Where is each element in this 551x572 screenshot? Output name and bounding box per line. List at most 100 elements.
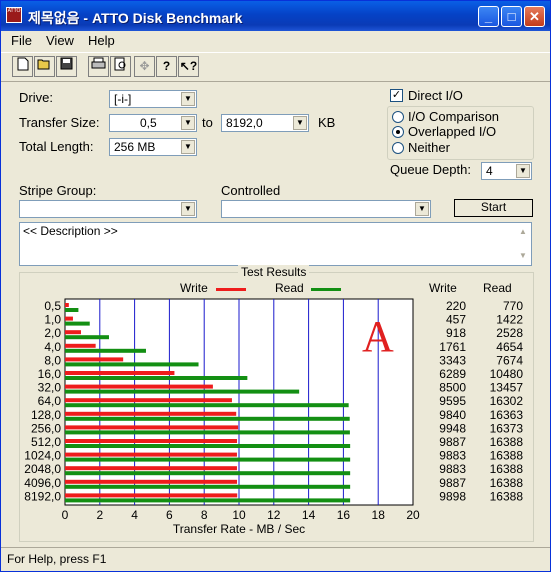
description-text: << Description >> — [23, 224, 118, 238]
write-value: 220 — [446, 299, 466, 313]
read-bar — [65, 484, 351, 489]
read-value: 16388 — [490, 462, 524, 476]
write-value: 6289 — [439, 367, 466, 381]
chevron-down-icon[interactable]: ▼ — [181, 140, 195, 154]
read-value: 16388 — [490, 489, 524, 503]
new-file-icon[interactable] — [12, 56, 33, 77]
x-tick-label: 12 — [267, 508, 281, 522]
y-tick-label: 0,5 — [44, 299, 61, 313]
drive-select[interactable]: [-i-] ▼ — [109, 90, 197, 108]
write-bar — [65, 411, 237, 416]
io-comparison-radio[interactable] — [392, 111, 404, 123]
read-bar — [65, 430, 350, 435]
read-bar — [65, 444, 351, 448]
transfer-size-from-select[interactable]: 0,5 ▼ — [109, 114, 197, 132]
scroll-up-icon[interactable]: ▲ — [516, 225, 530, 239]
overlapped-io-label: Overlapped I/O — [408, 124, 497, 139]
write-bar — [65, 303, 69, 307]
minimize-button[interactable]: _ — [478, 6, 499, 27]
controlled-select[interactable]: ▼ — [221, 200, 431, 218]
write-value: 9883 — [439, 449, 466, 463]
queue-depth-label: Queue Depth: — [390, 162, 471, 177]
read-value: 16388 — [490, 435, 524, 449]
chevron-down-icon[interactable]: ▼ — [415, 202, 429, 216]
transfer-to-label: to — [202, 115, 213, 130]
print-icon[interactable] — [88, 56, 109, 77]
queue-depth-select[interactable]: 4 ▼ — [481, 162, 532, 180]
transfer-size-to-select[interactable]: 8192,0 ▼ — [221, 114, 309, 132]
menu-help[interactable]: Help — [88, 33, 115, 48]
y-tick-label: 128,0 — [31, 408, 61, 422]
write-bar — [65, 452, 237, 457]
io-comparison-label: I/O Comparison — [408, 109, 500, 124]
read-bar — [65, 335, 109, 340]
direct-io-checkbox[interactable]: ✓ — [390, 89, 403, 102]
x-tick-label: 2 — [96, 508, 103, 522]
x-tick-label: 0 — [62, 508, 69, 522]
toolbar: ✥ ? ↖? — [1, 52, 550, 82]
y-tick-label: 1024,0 — [24, 449, 61, 463]
chart-marker-letter: A — [362, 312, 394, 361]
write-value: 1761 — [439, 340, 466, 354]
menu-view[interactable]: View — [46, 33, 74, 48]
close-button[interactable]: ✕ — [524, 6, 545, 27]
read-value: 13457 — [490, 381, 524, 395]
open-folder-icon[interactable] — [34, 56, 55, 77]
y-tick-label: 8192,0 — [24, 489, 61, 503]
print-preview-icon[interactable] — [110, 56, 131, 77]
total-length-select[interactable]: 256 MB ▼ — [109, 138, 197, 156]
chevron-down-icon[interactable]: ▼ — [181, 202, 195, 216]
y-tick-label: 1,0 — [44, 313, 61, 327]
x-tick-label: 10 — [232, 508, 246, 522]
read-value: 7674 — [496, 353, 523, 367]
write-bar — [65, 425, 239, 430]
window-title: 제목없음 - ATTO Disk Benchmark — [28, 10, 243, 26]
context-help-icon[interactable]: ↖? — [178, 56, 199, 77]
read-bar — [65, 389, 300, 394]
overlapped-io-radio[interactable] — [392, 126, 404, 138]
chevron-down-icon[interactable]: ▼ — [181, 116, 195, 130]
move-icon[interactable]: ✥ — [134, 56, 155, 77]
read-bar — [65, 498, 351, 503]
y-tick-label: 2,0 — [44, 326, 61, 340]
write-bar — [65, 371, 175, 375]
write-value: 8500 — [439, 381, 466, 395]
write-value: 9898 — [439, 489, 466, 503]
chevron-down-icon[interactable]: ▼ — [293, 116, 307, 130]
description-box[interactable]: << Description >> ▲ ▼ — [19, 222, 532, 266]
read-value: 16363 — [490, 408, 524, 422]
title-bar[interactable]: ATTO 제목없음 - ATTO Disk Benchmark _ □ ✕ — [1, 1, 550, 31]
status-bar: For Help, press F1 — [1, 547, 550, 571]
stripe-group-select[interactable]: ▼ — [19, 200, 197, 218]
neither-label: Neither — [408, 140, 450, 155]
transfer-unit-label: KB — [318, 115, 336, 130]
drive-label: Drive: — [19, 90, 53, 105]
chevron-down-icon[interactable]: ▼ — [516, 164, 530, 178]
write-bar — [65, 316, 73, 321]
neither-radio[interactable] — [392, 142, 404, 154]
read-value: 16302 — [490, 394, 524, 408]
scroll-down-icon[interactable]: ▼ — [516, 249, 530, 263]
menu-bar: File View Help — [1, 31, 550, 51]
start-button[interactable]: Start — [454, 199, 533, 217]
maximize-button[interactable]: □ — [501, 6, 522, 27]
menu-file[interactable]: File — [11, 33, 32, 48]
read-bar — [65, 348, 146, 353]
read-bar — [65, 376, 248, 380]
write-bar — [65, 357, 124, 362]
write-bar — [65, 439, 238, 443]
write-bar — [65, 493, 238, 498]
app-logo-icon: ATTO — [6, 7, 22, 23]
write-value: 457 — [446, 313, 466, 327]
x-tick-label: 8 — [201, 508, 208, 522]
write-bar — [65, 398, 232, 403]
read-bar — [65, 321, 90, 326]
chevron-down-icon[interactable]: ▼ — [181, 92, 195, 106]
transfer-rate-chart: 0 2 4 6 8 10 12 14 16 18 20 Transfer Rate - MB / Se… — [24, 298, 524, 536]
save-icon[interactable] — [56, 56, 77, 77]
read-value: 16388 — [490, 476, 524, 490]
help-icon[interactable]: ? — [156, 56, 177, 77]
write-bar — [65, 343, 96, 348]
controlled-label: Controlled — [221, 183, 281, 198]
y-tick-label: 64,0 — [38, 394, 62, 408]
